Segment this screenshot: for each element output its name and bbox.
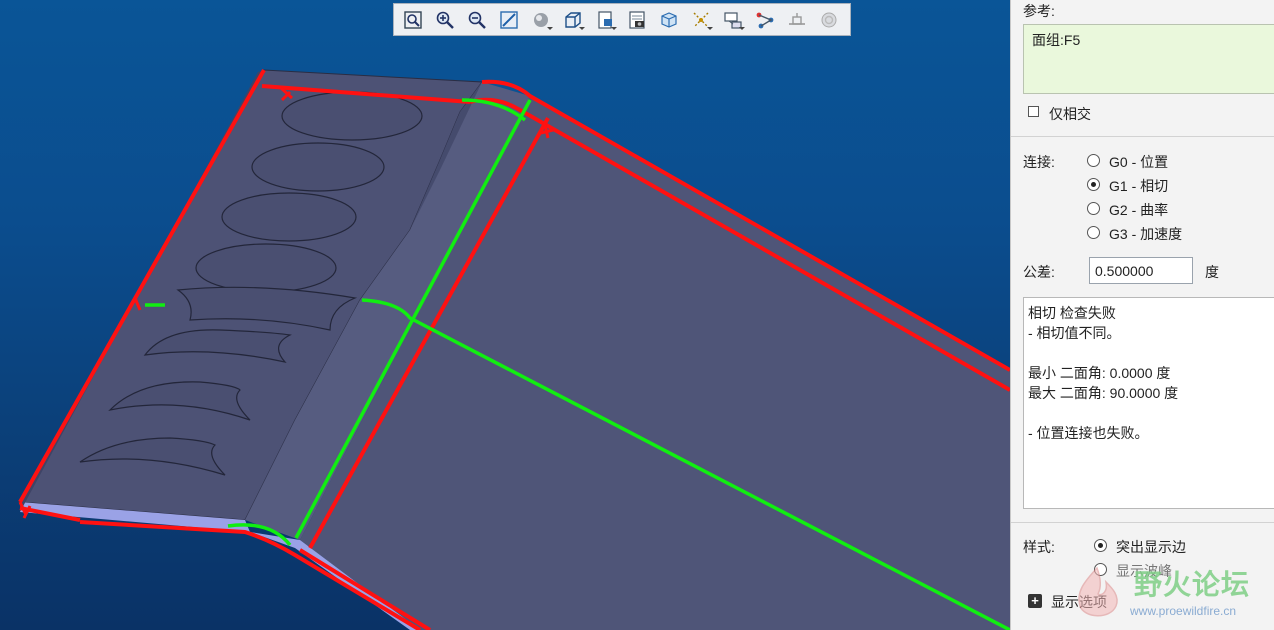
display-style-icon[interactable] [526,6,556,34]
reference-label: 参考: [1023,3,1055,19]
connection-label: 连接: [1023,154,1055,170]
connection-radio-g1[interactable] [1087,178,1100,191]
forum-watermark: 野火论坛 www.proewildfire.cn [1062,560,1274,630]
appearance-icon[interactable] [814,6,844,34]
slot-feature [251,142,385,192]
slot-feature [281,91,423,141]
view-orientation-icon[interactable] [558,6,588,34]
divider [1011,136,1274,137]
slot-feature [195,243,337,293]
surface-analysis-panel: 参考: 面组:F5 仅相交 连接: G0 - 位置 G1 - 相切 G2 - 曲… [1010,0,1274,630]
tolerance-unit: 度 [1205,264,1219,280]
graphics-viewport[interactable] [0,0,1010,630]
tolerance-label: 公差: [1023,264,1055,280]
connection-option-g2: G2 - 曲率 [1109,202,1169,218]
style-radio-highlight-edges[interactable] [1094,539,1107,552]
view-manager-icon[interactable] [654,6,684,34]
pan-icon[interactable] [494,6,524,34]
saved-views-icon[interactable] [590,6,620,34]
divider [1011,522,1274,523]
reference-collector[interactable]: 面组:F5 [1023,24,1274,94]
connection-option-g3: G3 - 加速度 [1109,226,1183,242]
datum-display-icon[interactable] [686,6,716,34]
watermark-title: 野火论坛 [1134,569,1251,600]
watermark-url: www.proewildfire.cn [1130,604,1237,618]
model-geometry[interactable] [0,0,1010,630]
style-label: 样式: [1023,539,1055,555]
reference-value: 面组:F5 [1032,32,1081,48]
connection-option-g0: G0 - 位置 [1109,154,1169,170]
tolerance-input[interactable] [1089,257,1193,284]
flame-logo-icon [1078,566,1118,617]
zoom-fit-icon[interactable] [398,6,428,34]
connection-radio-g0[interactable] [1087,154,1100,167]
style-option-highlight-edges: 突出显示边 [1116,539,1186,555]
annotation-display-icon[interactable] [718,6,748,34]
intersect-only-label: 仅相交 [1049,106,1091,122]
intersect-only-checkbox[interactable] [1028,106,1039,117]
analysis-result-text: 相切 检查失败 - 相切值不同。 最小 二面角: 0.0000 度 最大 二面角… [1023,297,1274,509]
feature-display-icon[interactable] [782,6,812,34]
expand-plus-icon[interactable]: + [1028,594,1042,608]
view-toolbar [393,3,851,36]
connection-radio-g2[interactable] [1087,202,1100,215]
zoom-out-icon[interactable] [462,6,492,34]
connection-option-g1: G1 - 相切 [1109,178,1169,194]
slot-feature [221,192,357,242]
spin-center-icon[interactable] [750,6,780,34]
zoom-in-icon[interactable] [430,6,460,34]
connection-radio-g3[interactable] [1087,226,1100,239]
camera-icon[interactable] [622,6,652,34]
